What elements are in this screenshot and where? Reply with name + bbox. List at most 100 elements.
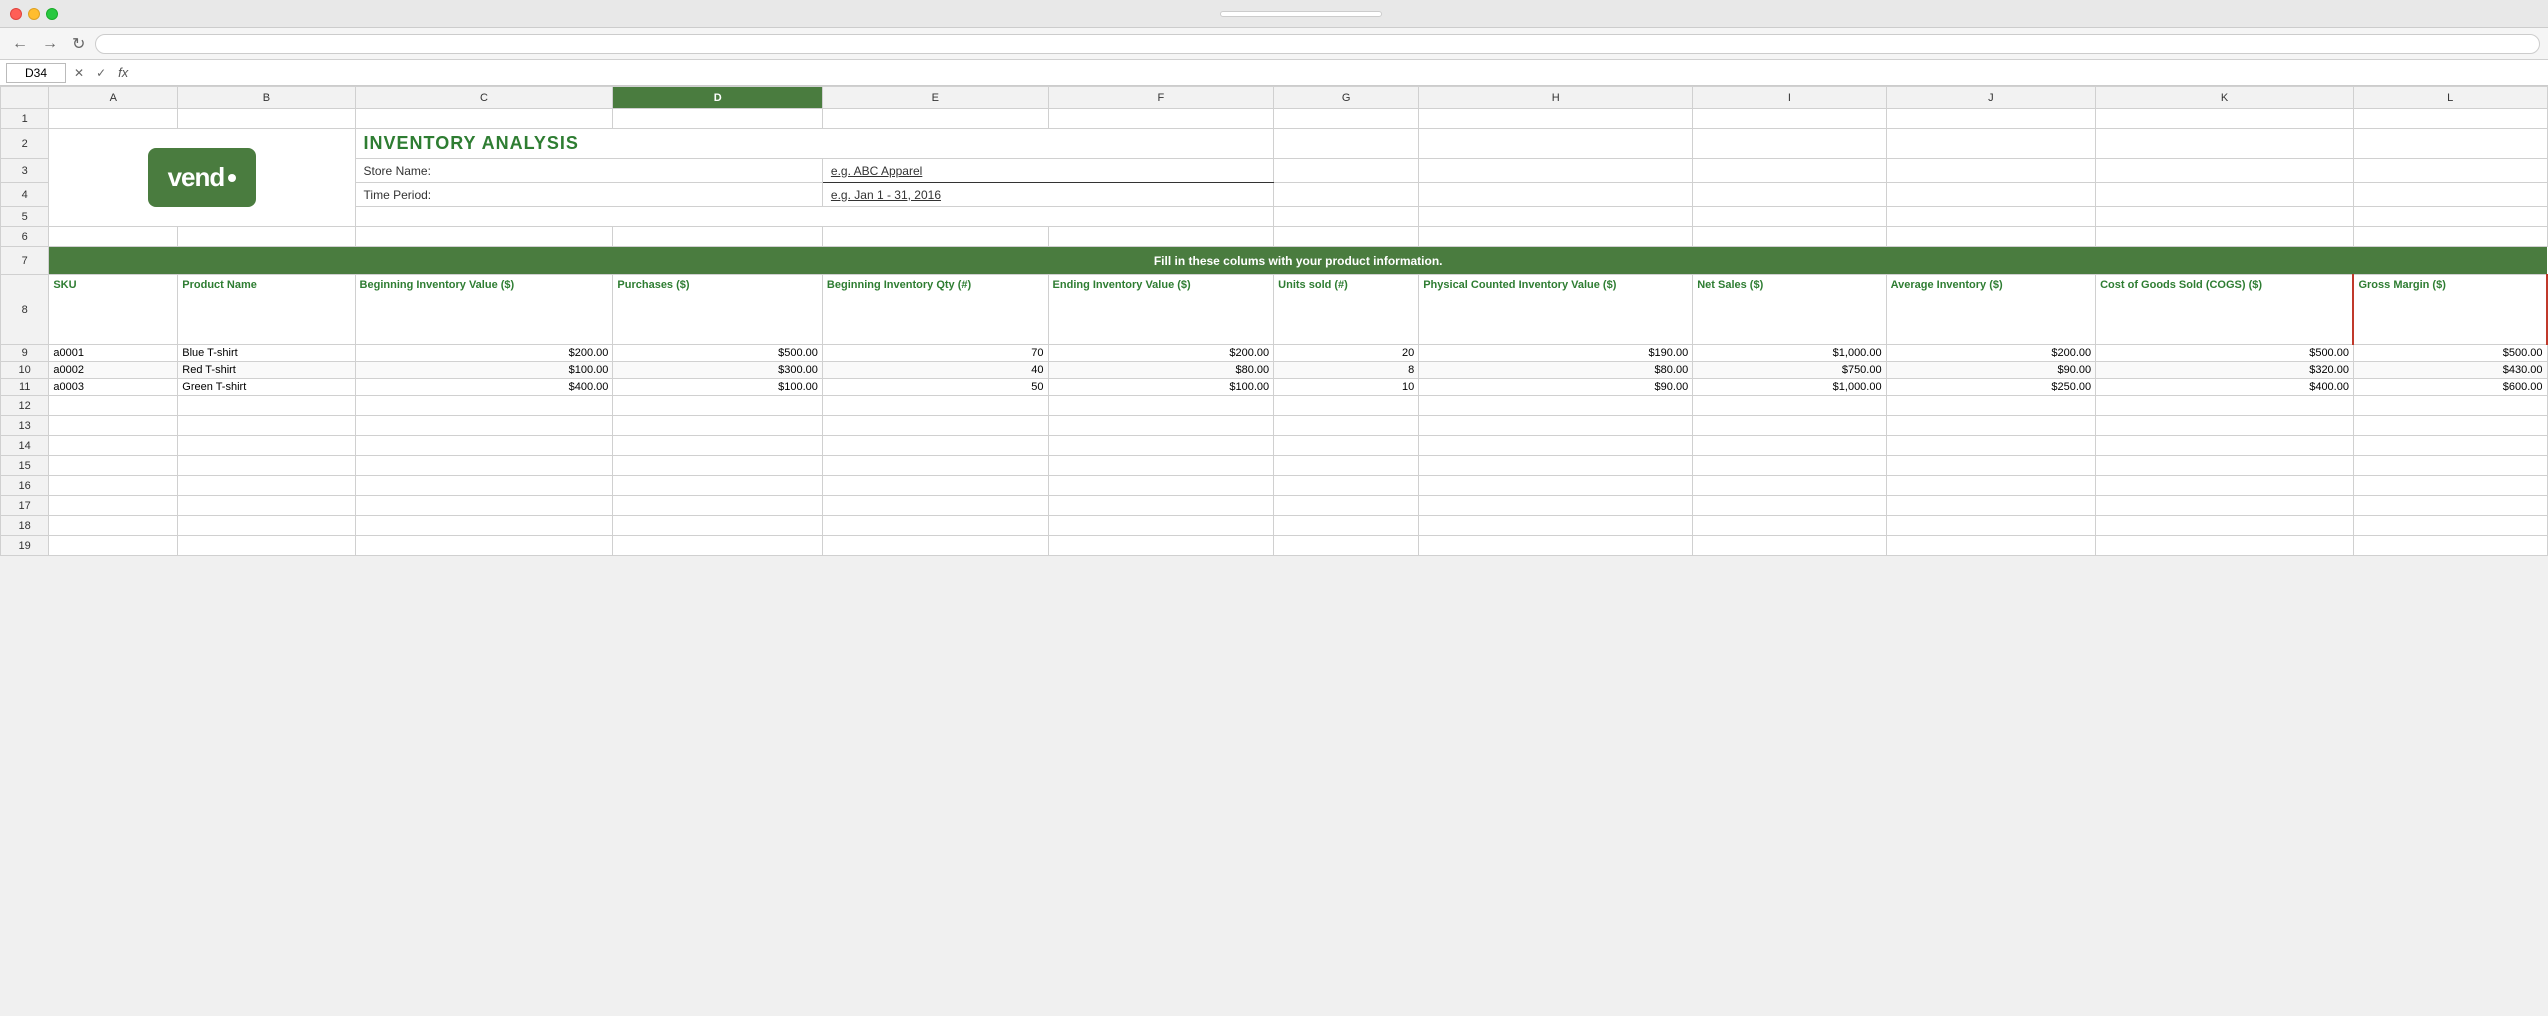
- forward-button[interactable]: →: [38, 35, 62, 53]
- cell-k6[interactable]: [2096, 227, 2354, 247]
- cell-i2[interactable]: [1693, 129, 1886, 159]
- cell-cd3[interactable]: Store Name:: [355, 159, 822, 183]
- col-header-e[interactable]: E: [822, 87, 1048, 109]
- header-physical-counted[interactable]: Physical Counted Inventory Value ($): [1419, 275, 1693, 345]
- cell-phys-3[interactable]: $90.00: [1419, 379, 1693, 396]
- cell-h1[interactable]: [1419, 109, 1693, 129]
- header-average-inventory[interactable]: Average Inventory ($): [1886, 275, 2096, 345]
- cell-l5[interactable]: [2353, 207, 2547, 227]
- col-header-a[interactable]: A: [49, 87, 178, 109]
- cell-h5[interactable]: [1419, 207, 1693, 227]
- cell-ef3[interactable]: e.g. ABC Apparel: [822, 159, 1273, 183]
- cell-j1[interactable]: [1886, 109, 2096, 129]
- header-product-name[interactable]: Product Name: [178, 275, 355, 345]
- header-gross-margin[interactable]: Gross Margin ($): [2353, 275, 2547, 345]
- cell-phys-1[interactable]: $190.00: [1419, 345, 1693, 362]
- header-cogs[interactable]: Cost of Goods Sold (COGS) ($): [2096, 275, 2354, 345]
- header-beginning-inventory-qty[interactable]: Beginning Inventory Qty (#): [822, 275, 1048, 345]
- cell-sku-3[interactable]: a0003: [49, 379, 178, 396]
- refresh-button[interactable]: ↻: [68, 34, 89, 54]
- cell-cdfg5[interactable]: [355, 207, 1274, 227]
- cell-g2[interactable]: [1274, 129, 1419, 159]
- cell-units-1[interactable]: 20: [1274, 345, 1419, 362]
- cell-h3[interactable]: [1419, 159, 1693, 183]
- cell-gm-2[interactable]: $430.00: [2353, 362, 2547, 379]
- cell-k3[interactable]: [2096, 159, 2354, 183]
- minimize-button[interactable]: [28, 8, 40, 20]
- cell-j5[interactable]: [1886, 207, 2096, 227]
- col-header-i[interactable]: I: [1693, 87, 1886, 109]
- cell-a6[interactable]: [49, 227, 178, 247]
- cell-j6[interactable]: [1886, 227, 2096, 247]
- cell-netsales-2[interactable]: $750.00: [1693, 362, 1886, 379]
- cell-product-2[interactable]: Red T-shirt: [178, 362, 355, 379]
- col-header-l[interactable]: L: [2353, 87, 2547, 109]
- header-net-sales[interactable]: Net Sales ($): [1693, 275, 1886, 345]
- cell-biq-1[interactable]: 70: [822, 345, 1048, 362]
- col-header-j[interactable]: J: [1886, 87, 2096, 109]
- cell-biq-3[interactable]: 50: [822, 379, 1048, 396]
- cell-l3[interactable]: [2353, 159, 2547, 183]
- cell-h4[interactable]: [1419, 183, 1693, 207]
- cell-purch-1[interactable]: $500.00: [613, 345, 823, 362]
- cell-avginv-1[interactable]: $200.00: [1886, 345, 2096, 362]
- cell-k1[interactable]: [2096, 109, 2354, 129]
- cell-biq-2[interactable]: 40: [822, 362, 1048, 379]
- cell-cd4[interactable]: Time Period:: [355, 183, 822, 207]
- cancel-formula-icon[interactable]: ✕: [70, 66, 88, 80]
- cell-b6[interactable]: [178, 227, 355, 247]
- cell-ef4[interactable]: e.g. Jan 1 - 31, 2016: [822, 183, 1273, 207]
- close-button[interactable]: [10, 8, 22, 20]
- maximize-button[interactable]: [46, 8, 58, 20]
- cell-purch-3[interactable]: $100.00: [613, 379, 823, 396]
- cell-product-3[interactable]: Green T-shirt: [178, 379, 355, 396]
- cell-units-3[interactable]: 10: [1274, 379, 1419, 396]
- col-header-h[interactable]: H: [1419, 87, 1693, 109]
- cell-phys-2[interactable]: $80.00: [1419, 362, 1693, 379]
- cell-h6[interactable]: [1419, 227, 1693, 247]
- cell-b1[interactable]: [178, 109, 355, 129]
- cell-avginv-2[interactable]: $90.00: [1886, 362, 2096, 379]
- confirm-formula-icon[interactable]: ✓: [92, 66, 110, 80]
- cell-avginv-3[interactable]: $250.00: [1886, 379, 2096, 396]
- cell-reference-box[interactable]: D34: [6, 63, 66, 83]
- cell-netsales-3[interactable]: $1,000.00: [1693, 379, 1886, 396]
- cell-eiv-2[interactable]: $80.00: [1048, 362, 1274, 379]
- cell-netsales-1[interactable]: $1,000.00: [1693, 345, 1886, 362]
- cell-c1[interactable]: [355, 109, 613, 129]
- cell-l2[interactable]: [2353, 129, 2547, 159]
- col-header-g[interactable]: G: [1274, 87, 1419, 109]
- cell-j2[interactable]: [1886, 129, 2096, 159]
- col-header-k[interactable]: K: [2096, 87, 2354, 109]
- cell-a1[interactable]: [49, 109, 178, 129]
- cell-eiv-3[interactable]: $100.00: [1048, 379, 1274, 396]
- cell-k2[interactable]: [2096, 129, 2354, 159]
- header-sku[interactable]: SKU: [49, 275, 178, 345]
- cell-e1[interactable]: [822, 109, 1048, 129]
- cell-h2[interactable]: [1419, 129, 1693, 159]
- cell-biv-2[interactable]: $100.00: [355, 362, 613, 379]
- cell-j4[interactable]: [1886, 183, 2096, 207]
- cell-cogs-1[interactable]: $500.00: [2096, 345, 2354, 362]
- col-header-b[interactable]: B: [178, 87, 355, 109]
- cell-l1[interactable]: [2353, 109, 2547, 129]
- cell-j3[interactable]: [1886, 159, 2096, 183]
- cell-i6[interactable]: [1693, 227, 1886, 247]
- cell-g5[interactable]: [1274, 207, 1419, 227]
- cell-c6[interactable]: [355, 227, 613, 247]
- formula-input[interactable]: [136, 66, 2542, 80]
- col-header-c[interactable]: C: [355, 87, 613, 109]
- cell-product-1[interactable]: Blue T-shirt: [178, 345, 355, 362]
- cell-i1[interactable]: [1693, 109, 1886, 129]
- cell-f6[interactable]: [1048, 227, 1274, 247]
- cell-f1[interactable]: [1048, 109, 1274, 129]
- cell-l6[interactable]: [2353, 227, 2547, 247]
- back-button[interactable]: ←: [8, 35, 32, 53]
- cell-eiv-1[interactable]: $200.00: [1048, 345, 1274, 362]
- cell-i5[interactable]: [1693, 207, 1886, 227]
- cell-d6[interactable]: [613, 227, 823, 247]
- cell-l4[interactable]: [2353, 183, 2547, 207]
- cell-g1[interactable]: [1274, 109, 1419, 129]
- cell-g6[interactable]: [1274, 227, 1419, 247]
- cell-d1[interactable]: [613, 109, 823, 129]
